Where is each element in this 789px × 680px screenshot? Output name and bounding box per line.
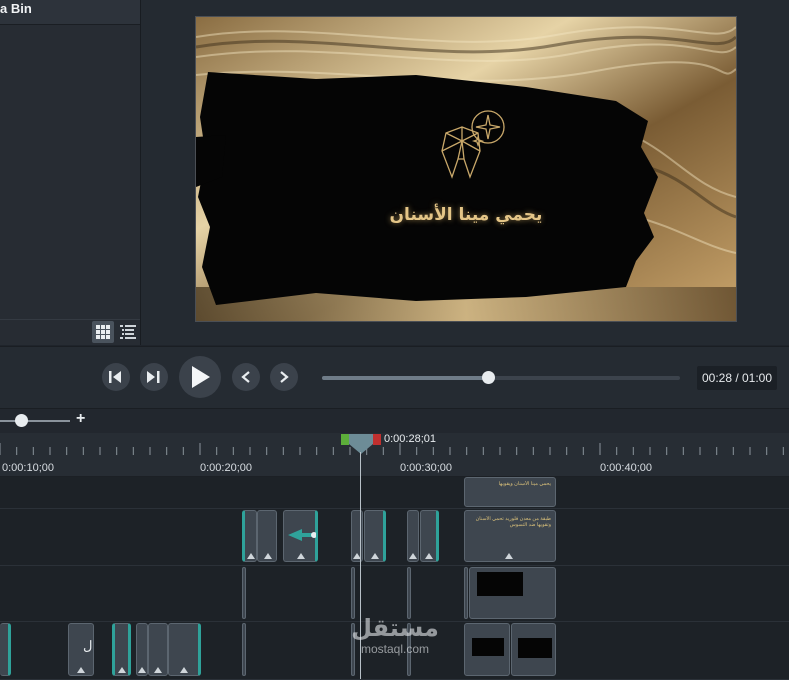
timeline-clip[interactable] xyxy=(464,567,468,619)
timeline-clip[interactable] xyxy=(257,510,277,562)
timeline-clip[interactable] xyxy=(351,510,363,562)
step-backward-icon xyxy=(109,371,121,383)
selection-out-marker[interactable] xyxy=(373,434,381,445)
step-forward-icon xyxy=(147,371,160,383)
callout-clip-text: طبقة من معدن فلوريد تحمي الأسنان وتقويها… xyxy=(475,516,551,528)
timeline-clip[interactable] xyxy=(0,623,11,676)
thumbnail-view-button[interactable] xyxy=(92,321,114,343)
details-view-button[interactable] xyxy=(117,321,139,343)
clip-marker-icon xyxy=(297,553,305,559)
track-3 xyxy=(0,509,789,566)
callout-clip[interactable]: يحمي مينا الأسنان ويقويها xyxy=(464,477,556,507)
timeline-clip[interactable] xyxy=(112,623,131,676)
ruler-label: 0:00:30;00 xyxy=(400,462,452,474)
callout-clip[interactable]: طبقة من معدن فلوريد تحمي الأسنان وتقويها… xyxy=(464,510,556,562)
clip-marker-icon xyxy=(154,667,162,673)
video-frame[interactable]: يحمي مينا الأسنان xyxy=(195,16,737,322)
clip-marker-icon xyxy=(247,553,255,559)
timecode-display: 00:28 / 01:00 xyxy=(697,366,777,390)
clip-marker-icon xyxy=(425,553,433,559)
ruler-label: 0:00:20;00 xyxy=(200,462,252,474)
timeline-clip[interactable] xyxy=(148,623,168,676)
list-icon xyxy=(120,325,136,339)
media-bin-panel xyxy=(0,0,141,345)
timeline-zoom-row xyxy=(0,408,789,433)
ruler-ticks xyxy=(0,443,784,455)
timeline-clip[interactable] xyxy=(136,623,148,676)
media-bin-title: a Bin xyxy=(0,1,32,16)
shape-clip[interactable] xyxy=(511,623,556,676)
play-icon xyxy=(192,366,210,388)
callout-clip-text: يحمي مينا الأسنان ويقويها xyxy=(498,481,551,487)
playhead-time: 0:00:28;01 xyxy=(384,433,436,445)
clip-marker-icon xyxy=(138,667,146,673)
seek-bar-handle[interactable] xyxy=(482,371,495,384)
clip-thumbnail xyxy=(518,638,552,658)
watermark-url: mostaql.com xyxy=(360,642,430,656)
play-button[interactable] xyxy=(179,356,221,398)
timeline-clip[interactable] xyxy=(364,510,386,562)
watermark-brand: مستقل xyxy=(351,614,439,642)
video-caption: يحمي مينا الأسنان xyxy=(389,205,543,225)
step-backward-button[interactable] xyxy=(102,363,130,391)
zoom-slider-handle[interactable] xyxy=(15,414,28,427)
shape-clip[interactable] xyxy=(464,623,510,676)
chevron-right-icon xyxy=(280,371,289,383)
timeline-clip[interactable] xyxy=(168,623,201,676)
clip-marker-icon xyxy=(180,667,188,673)
step-forward-button[interactable] xyxy=(140,363,168,391)
timeline-clip[interactable] xyxy=(407,567,411,619)
previous-frame-button[interactable] xyxy=(232,363,260,391)
grid-icon xyxy=(96,325,110,339)
clip-marker-icon xyxy=(77,667,85,673)
selection-in-marker[interactable] xyxy=(341,434,349,445)
watermark: مستقل mostaql.com xyxy=(340,614,450,656)
clip-thumbnail xyxy=(472,638,504,656)
tooth-sparkle-icon xyxy=(441,110,505,179)
timeline-clip[interactable] xyxy=(283,510,318,562)
timeline-clip[interactable] xyxy=(242,567,246,619)
timeline-clip[interactable]: ل xyxy=(68,623,94,676)
playhead-handle[interactable] xyxy=(349,434,373,454)
shape-clip[interactable] xyxy=(469,567,556,619)
timeline-clip[interactable] xyxy=(420,510,439,562)
arrow-right-icon xyxy=(288,529,316,541)
clip-marker-icon xyxy=(118,667,126,673)
timeline-clip[interactable] xyxy=(242,623,246,676)
next-frame-button[interactable] xyxy=(270,363,298,391)
timeline-clip[interactable] xyxy=(351,567,355,619)
clip-glyph: ل xyxy=(83,638,93,653)
ruler-label: 0:00:10;00 xyxy=(2,462,54,474)
ruler-label: 0:00:40;00 xyxy=(600,462,652,474)
clip-marker-icon xyxy=(409,553,417,559)
zoom-in-button[interactable]: + xyxy=(76,410,85,428)
clip-marker-icon xyxy=(371,553,379,559)
seek-bar-progress xyxy=(322,376,488,380)
clip-marker-icon xyxy=(505,553,513,559)
zoom-slider-track[interactable] xyxy=(0,420,70,422)
timeline-clip[interactable] xyxy=(407,510,419,562)
clip-marker-icon xyxy=(264,553,272,559)
chevron-left-icon xyxy=(241,371,250,383)
clip-thumbnail xyxy=(477,572,523,596)
timeline-clip[interactable] xyxy=(242,510,257,562)
media-bin-header: a Bin xyxy=(0,0,140,25)
track-4 xyxy=(0,477,789,509)
